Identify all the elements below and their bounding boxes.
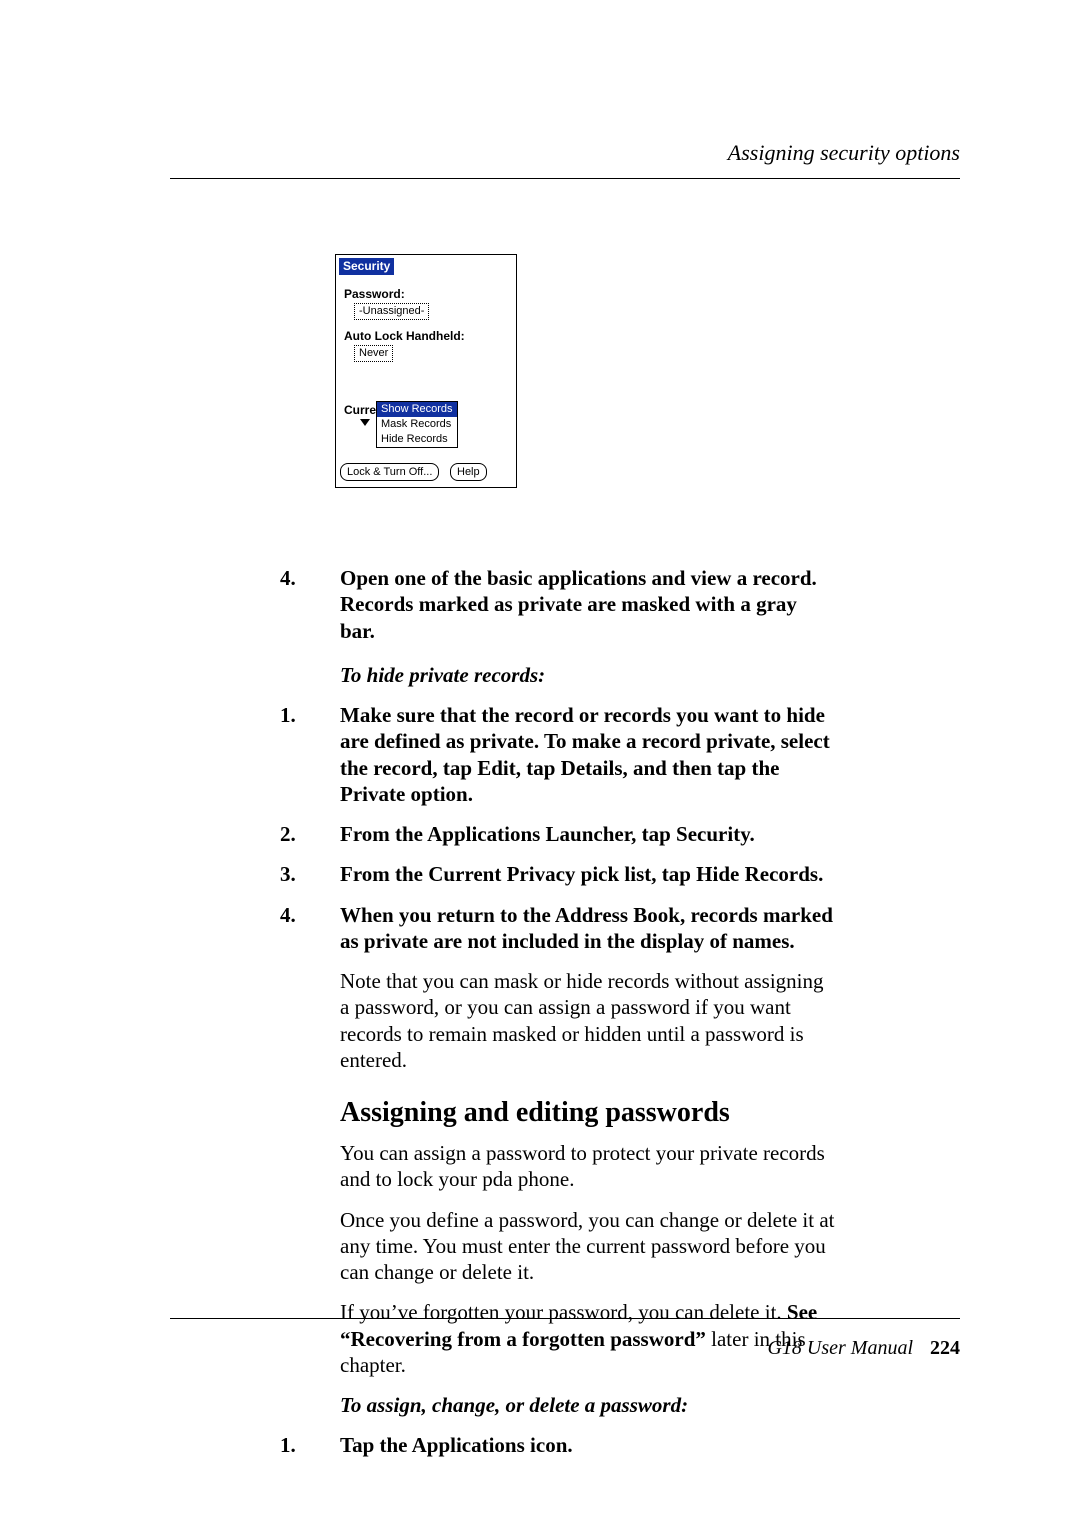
page-footer: G18 User Manual 224 — [170, 1310, 960, 1360]
step-b2: 2. From the Applications Launcher, tap S… — [280, 821, 835, 847]
dropdown-option-mask[interactable]: Mask Records — [377, 417, 457, 432]
step-text: From the Current Privacy pick list, tap … — [340, 862, 823, 886]
password-para1: You can assign a password to protect you… — [340, 1140, 835, 1193]
subheading-hide-records: To hide private records: — [340, 662, 835, 688]
step-number: 1. — [280, 1432, 296, 1458]
step-text: From the Applications Launcher, tap Secu… — [340, 822, 755, 846]
step-number: 3. — [280, 861, 296, 887]
page-header: Assigning security options — [170, 140, 960, 187]
step-number: 2. — [280, 821, 296, 847]
palm-titlebar: Security — [339, 258, 394, 275]
step-number: 4. — [280, 565, 296, 591]
security-screenshot: Security Password: -Unassigned- Auto Loc… — [335, 254, 517, 488]
dropdown-option-hide[interactable]: Hide Records — [377, 432, 457, 447]
step-number: 1. — [280, 702, 296, 728]
step-c1: 1. Tap the Applications icon. — [280, 1432, 835, 1458]
current-privacy-label-truncated: Curre — [344, 403, 376, 417]
page-number: 224 — [930, 1337, 960, 1359]
autolock-field[interactable]: Never — [354, 345, 393, 362]
subheading-assign-password: To assign, change, or delete a password: — [340, 1392, 835, 1418]
dropdown-caret-icon[interactable] — [360, 419, 370, 426]
password-para2: Once you define a password, you can chan… — [340, 1207, 835, 1286]
step-b3: 3. From the Current Privacy pick list, t… — [280, 861, 835, 887]
step-b1: 1. Make sure that the record or records … — [280, 702, 835, 807]
autolock-label: Auto Lock Handheld: — [344, 329, 465, 343]
privacy-dropdown[interactable]: Show Records Mask Records Hide Records — [376, 401, 458, 448]
lock-turn-off-button[interactable]: Lock & Turn Off... — [340, 463, 439, 481]
dropdown-option-show[interactable]: Show Records — [377, 402, 457, 417]
header-rule — [170, 178, 960, 179]
help-button[interactable]: Help — [450, 463, 487, 481]
password-label: Password: — [344, 287, 405, 301]
step-text: When you return to the Address Book, rec… — [340, 903, 833, 953]
step-text: Make sure that the record or records you… — [340, 703, 830, 806]
password-field[interactable]: -Unassigned- — [354, 303, 429, 320]
step-text: Tap the Applications icon. — [340, 1433, 573, 1457]
step-b4: 4. When you return to the Address Book, … — [280, 902, 835, 955]
running-head: Assigning security options — [170, 140, 960, 166]
footer-line: G18 User Manual 224 — [170, 1337, 960, 1360]
step-text: Open one of the basic applications and v… — [340, 566, 817, 643]
step-number: 4. — [280, 902, 296, 928]
section-heading: Assigning and editing passwords — [340, 1095, 835, 1130]
step-a4: 4. Open one of the basic applications an… — [280, 565, 835, 644]
note-paragraph: Note that you can mask or hide records w… — [340, 968, 835, 1073]
manual-name: G18 User Manual — [767, 1337, 913, 1359]
footer-rule — [170, 1318, 960, 1319]
